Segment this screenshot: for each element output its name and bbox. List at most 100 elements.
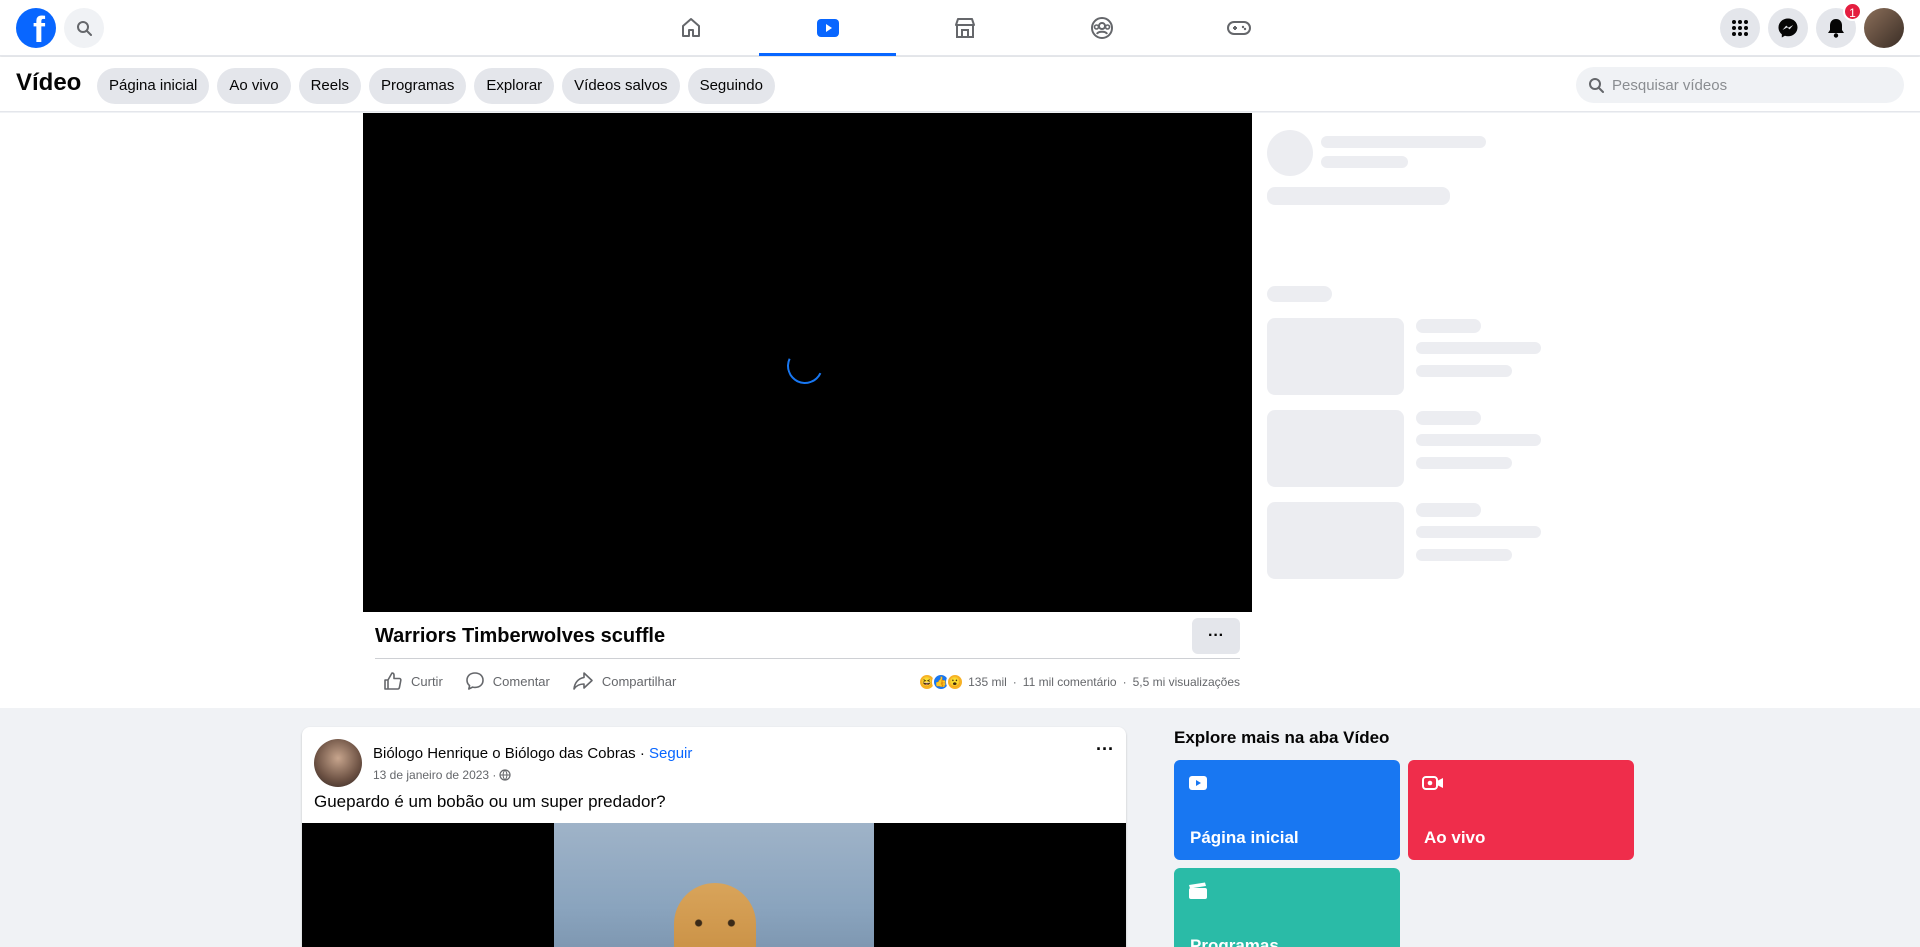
gaming-icon <box>1226 21 1251 35</box>
explore-tile-ao-vivo[interactable]: Ao vivo <box>1408 760 1634 860</box>
skeleton-line <box>1416 342 1541 354</box>
comment-button[interactable]: Comentar <box>465 666 550 696</box>
skeleton-line <box>1416 319 1481 333</box>
search-icon <box>77 21 92 36</box>
share-icon <box>573 672 593 690</box>
skeleton-thumbnail <box>1267 410 1404 487</box>
groups-icon <box>1090 17 1113 39</box>
messenger-button[interactable] <box>1768 8 1808 48</box>
video-icon <box>1189 776 1207 790</box>
skeleton-line <box>1416 365 1512 377</box>
chip-reels[interactable]: Reels <box>298 68 361 104</box>
video-nav-chips: Página inicial Ao vivo Reels Programas E… <box>97 68 775 104</box>
video-icon <box>816 19 839 37</box>
skeleton-line <box>1267 286 1332 302</box>
home-icon <box>681 18 700 37</box>
skeleton-avatar <box>1267 130 1313 176</box>
skeleton-line <box>1416 526 1541 538</box>
video-more-button[interactable]: ··· <box>1192 618 1240 654</box>
share-label: Compartilhar <box>601 673 677 689</box>
post-author-name[interactable]: Biólogo Henrique o Biólogo das Cobras <box>373 745 636 762</box>
post-author-separator: · <box>635 745 650 762</box>
stats-separator: · <box>1012 675 1017 689</box>
chip-pagina-inicial[interactable]: Página inicial <box>97 68 210 104</box>
cheetah-image <box>674 883 756 947</box>
explore-tile-pagina-inicial[interactable]: Página inicial <box>1174 760 1400 860</box>
skeleton-line <box>1416 434 1541 446</box>
tab-video[interactable] <box>759 0 896 56</box>
skeleton-thumbnail <box>1267 502 1404 579</box>
reactions-count[interactable]: 135 mil <box>968 675 1007 689</box>
post-title: Guepardo é um bobão ou um super predador… <box>314 792 666 811</box>
comments-count[interactable]: 11 mil comentário <box>1023 675 1117 689</box>
like-label: Curtir <box>411 673 443 689</box>
grid-menu-icon <box>1732 20 1748 36</box>
search-icon <box>1589 78 1604 93</box>
skeleton-line <box>1416 503 1481 517</box>
page-title: Vídeo <box>16 69 82 96</box>
like-button[interactable]: Curtir <box>383 666 443 696</box>
chip-explorar[interactable]: Explorar <box>474 68 555 104</box>
account-controls: 1 <box>1720 2 1904 48</box>
tab-home[interactable] <box>622 0 759 56</box>
post-date[interactable]: 13 de janeiro de 2023 · <box>373 768 496 782</box>
chip-programas[interactable]: Programas <box>368 68 467 104</box>
post-video-thumbnail <box>554 823 874 947</box>
explore-tile-label: Página inicial <box>1190 828 1299 847</box>
thumbs-up-icon <box>384 672 402 690</box>
video-subheader: Vídeo Página inicial Ao vivo Reels Progr… <box>0 57 1920 112</box>
feed-post: Biólogo Henrique o Biólogo das Cobras · … <box>302 727 1126 947</box>
post-meta: 13 de janeiro de 2023 · <box>373 768 512 782</box>
chip-videos-salvos[interactable]: Vídeos salvos <box>562 68 680 104</box>
explore-tile-programas[interactable]: Programas <box>1174 868 1400 947</box>
comment-label: Comentar <box>492 673 550 689</box>
tab-groups[interactable] <box>1033 0 1170 56</box>
search-button[interactable] <box>64 8 104 48</box>
post-author-avatar[interactable] <box>314 739 362 787</box>
bell-icon <box>1828 19 1844 38</box>
menu-button[interactable] <box>1720 8 1760 48</box>
loading-spinner-icon <box>781 342 829 390</box>
facebook-logo[interactable]: f <box>16 8 56 48</box>
chip-seguindo[interactable]: Seguindo <box>687 68 775 104</box>
skeleton-line <box>1416 457 1512 469</box>
video-search-input[interactable] <box>1612 76 1892 94</box>
post-author-line: Biólogo Henrique o Biólogo das Cobras · … <box>373 745 692 762</box>
follow-button[interactable]: Seguir <box>649 745 692 762</box>
post-more-button[interactable]: ··· <box>1096 739 1114 760</box>
wow-reaction-icon: 😮 <box>946 673 965 691</box>
tab-gaming[interactable] <box>1170 0 1307 56</box>
video-player-section: Warriors Timberwolves scuffle ··· Curtir… <box>0 113 1920 708</box>
profile-avatar[interactable] <box>1864 8 1904 48</box>
skeleton-line <box>1416 549 1512 561</box>
explore-title: Explore mais na aba Vídeo <box>1174 728 1390 747</box>
share-button[interactable]: Compartilhar <box>572 666 676 696</box>
tab-marketplace[interactable] <box>896 0 1033 56</box>
live-video-icon <box>1422 776 1443 790</box>
video-player[interactable] <box>363 113 1252 612</box>
stats-separator: · <box>1122 675 1127 689</box>
skeleton-line <box>1416 411 1481 425</box>
skeleton-line <box>1321 136 1486 148</box>
comment-icon <box>465 672 484 690</box>
video-search-box <box>1576 67 1904 103</box>
top-navbar: f 1 <box>0 0 1920 56</box>
video-stats: 😆 👍 😮 135 mil · 11 mil comentário · 5,5 … <box>918 673 1240 691</box>
main-nav-tabs <box>622 0 1307 56</box>
explore-tile-label: Ao vivo <box>1424 828 1486 847</box>
messenger-icon <box>1778 18 1798 38</box>
chip-ao-vivo[interactable]: Ao vivo <box>217 68 291 104</box>
reaction-icons[interactable]: 😆 👍 😮 <box>918 673 965 691</box>
divider <box>375 658 1240 659</box>
video-title: Warriors Timberwolves scuffle <box>375 625 666 647</box>
explore-tile-label: Programas <box>1190 936 1279 947</box>
notification-badge: 1 <box>1843 2 1862 21</box>
skeleton-line <box>1267 187 1450 205</box>
clapperboard-icon <box>1189 882 1207 899</box>
marketplace-icon <box>954 18 975 38</box>
notifications-button[interactable]: 1 <box>1816 2 1862 48</box>
video-actions: Curtir Comentar Compartilhar <box>383 666 676 696</box>
post-video[interactable] <box>302 823 1126 947</box>
skeleton-thumbnail <box>1267 318 1404 395</box>
views-count: 5,5 mi visualizações <box>1132 675 1240 689</box>
